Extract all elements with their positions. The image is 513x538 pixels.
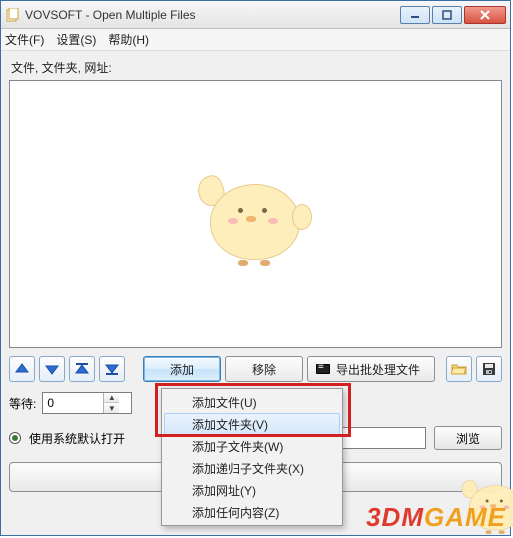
browse-button[interactable]: 浏览 <box>434 426 502 450</box>
app-icon <box>5 7 21 23</box>
open-file-button[interactable] <box>446 356 472 382</box>
export-batch-label: 导出批处理文件 <box>336 361 420 378</box>
wait-input[interactable] <box>43 396 103 410</box>
close-button[interactable] <box>464 6 506 24</box>
menu-settings[interactable]: 设置(S) <box>56 31 96 48</box>
dd-add-folder[interactable]: 添加文件夹(V) <box>164 413 340 435</box>
dd-add-any[interactable]: 添加任何内容(Z) <box>164 501 340 523</box>
remove-button[interactable]: 移除 <box>225 356 303 382</box>
menubar: 文件(F) 设置(S) 帮助(H) <box>1 29 510 51</box>
dd-add-file[interactable]: 添加文件(U) <box>164 391 340 413</box>
move-up-button[interactable] <box>9 356 35 382</box>
add-button[interactable]: 添加 <box>143 356 221 382</box>
watermark-text: 3DMGAME <box>366 502 506 533</box>
export-batch-button[interactable]: 导出批处理文件 <box>307 356 435 382</box>
save-file-button[interactable] <box>476 356 502 382</box>
toolbar: 添加 移除 导出批处理文件 <box>9 356 502 382</box>
menu-file[interactable]: 文件(F) <box>5 31 44 48</box>
list-label: 文件, 文件夹, 网址: <box>11 59 502 76</box>
console-icon <box>316 364 330 374</box>
spin-controls: ▲ ▼ <box>103 393 119 413</box>
dd-add-subfolder[interactable]: 添加子文件夹(W) <box>164 435 340 457</box>
app-window: VOVSOFT - Open Multiple Files 文件(F) 设置(S… <box>0 0 511 536</box>
dd-add-recursive-subfolder[interactable]: 添加递归子文件夹(X) <box>164 457 340 479</box>
move-bottom-button[interactable] <box>99 356 125 382</box>
wait-label: 等待: <box>9 395 36 412</box>
spin-up-button[interactable]: ▲ <box>104 393 119 403</box>
watermark-part1: 3DM <box>366 502 424 532</box>
dd-add-url[interactable]: 添加网址(Y) <box>164 479 340 501</box>
window-title: VOVSOFT - Open Multiple Files <box>25 8 398 22</box>
window-buttons <box>398 6 506 24</box>
move-down-button[interactable] <box>39 356 65 382</box>
titlebar[interactable]: VOVSOFT - Open Multiple Files <box>1 1 510 29</box>
watermark-mascot <box>430 448 498 502</box>
file-listbox[interactable] <box>9 80 502 348</box>
sys-default-radio[interactable] <box>9 432 21 444</box>
wait-spinbox[interactable]: ▲ ▼ <box>42 392 132 414</box>
maximize-button[interactable] <box>432 6 462 24</box>
add-dropdown-menu: 添加文件(U) 添加文件夹(V) 添加子文件夹(W) 添加递归子文件夹(X) 添… <box>161 388 343 526</box>
sys-default-label: 使用系统默认打开 <box>29 430 125 447</box>
spin-down-button[interactable]: ▼ <box>104 403 119 413</box>
minimize-button[interactable] <box>400 6 430 24</box>
move-top-button[interactable] <box>69 356 95 382</box>
menu-help[interactable]: 帮助(H) <box>108 31 149 48</box>
mascot-image <box>196 164 316 264</box>
watermark-part2: GAME <box>424 502 506 532</box>
